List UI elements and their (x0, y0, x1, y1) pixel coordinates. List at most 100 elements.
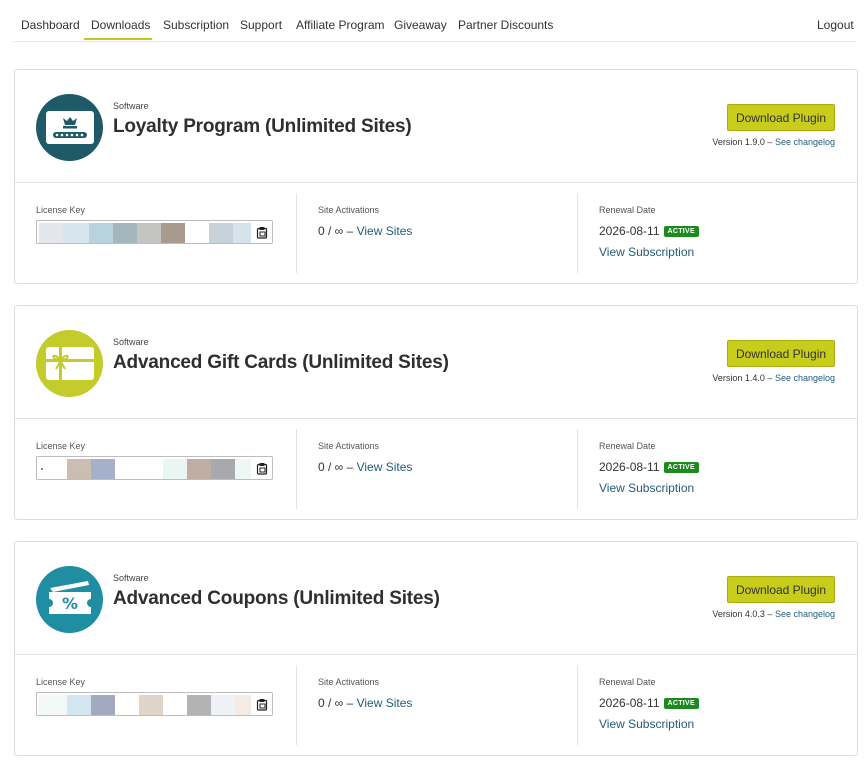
activations-count: 0 / ∞ – View Sites (318, 224, 412, 238)
license-key-redaction (163, 459, 187, 479)
license-key-redaction (91, 695, 115, 715)
license-key-field[interactable] (36, 220, 273, 244)
site-activations-column: Site Activations 0 / ∞ – View Sites (296, 193, 577, 273)
license-key-redaction (139, 695, 163, 715)
license-key-redaction (211, 459, 235, 479)
download-plugin-button[interactable]: Download Plugin (727, 576, 835, 603)
version-text: Version 4.0.3 – (712, 609, 775, 619)
version-info: Version 1.4.0 – See changelog (712, 373, 835, 383)
product-header: Software Advanced Gift Cards (Unlimited … (15, 306, 857, 419)
license-key-redaction (211, 695, 235, 715)
renewal-column: Renewal Date 2026-08-11 ACTIVE View Subsc… (577, 429, 839, 509)
product-category: Software (113, 101, 149, 111)
nav-support[interactable]: Support (240, 17, 282, 33)
copy-clipboard-icon[interactable] (256, 462, 268, 475)
version-info: Version 4.0.3 – See changelog (712, 609, 835, 619)
view-sites-link[interactable]: View Sites (357, 696, 413, 710)
license-key-redaction (233, 223, 251, 243)
download-plugin-button[interactable]: Download Plugin (727, 104, 835, 131)
license-key-field[interactable] (36, 692, 273, 716)
license-key-label: License Key (36, 205, 86, 215)
nav-downloads[interactable]: Downloads (91, 17, 150, 33)
product-category: Software (113, 337, 149, 347)
renewal-date: 2026-08-11 (599, 696, 660, 710)
nav-giveaway[interactable]: Giveaway (394, 17, 447, 33)
nav-dashboard[interactable]: Dashboard (21, 17, 80, 33)
status-badge: ACTIVE (663, 226, 699, 237)
renewal-date-label: Renewal Date (599, 677, 656, 687)
product-category: Software (113, 573, 149, 583)
license-key-field[interactable] (36, 456, 273, 480)
license-key-label: License Key (36, 441, 86, 451)
license-key-redaction (39, 695, 67, 715)
renewal-date: 2026-08-11 (599, 460, 660, 474)
svg-text:%: % (61, 594, 77, 613)
view-subscription-link[interactable]: View Subscription (599, 245, 694, 259)
product-card-advanced-coupons: % Software Advanced Coupons (Unlimited S… (14, 541, 858, 756)
license-key-redaction (67, 459, 91, 479)
renewal-info: 2026-08-11 ACTIVE (599, 224, 699, 238)
license-key-redaction (209, 223, 233, 243)
copy-clipboard-icon[interactable] (256, 698, 268, 711)
copy-clipboard-icon[interactable] (256, 226, 268, 239)
product-header: Software Loyalty Program (Unlimited Site… (15, 70, 857, 183)
nav-partner-discounts[interactable]: Partner Discounts (458, 17, 553, 33)
renewal-date: 2026-08-11 (599, 224, 660, 238)
view-sites-link[interactable]: View Sites (357, 460, 413, 474)
version-text: Version 1.9.0 – (712, 137, 775, 147)
license-key-label: License Key (36, 677, 86, 687)
nav-logout[interactable]: Logout (817, 17, 854, 33)
license-key-redaction (39, 223, 63, 243)
nav-affiliate-program[interactable]: Affiliate Program (296, 17, 384, 33)
view-subscription-link[interactable]: View Subscription (599, 717, 694, 731)
product-card-loyalty-program: Software Loyalty Program (Unlimited Site… (14, 69, 858, 284)
renewal-info: 2026-08-11 ACTIVE (599, 696, 699, 710)
site-activations-label: Site Activations (318, 205, 380, 215)
license-key-redaction (91, 459, 115, 479)
product-header: % Software Advanced Coupons (Unlimited S… (15, 542, 857, 655)
download-plugin-button[interactable]: Download Plugin (727, 340, 835, 367)
renewal-date-label: Renewal Date (599, 205, 656, 215)
see-changelog-link[interactable]: See changelog (775, 137, 835, 147)
license-key-redaction (235, 459, 251, 479)
gift-card-icon (36, 330, 103, 397)
activations-count: 0 / ∞ – View Sites (318, 696, 412, 710)
license-key-column: License Key (36, 193, 296, 273)
active-tab-indicator (84, 38, 152, 40)
product-title: Advanced Coupons (Unlimited Sites) (113, 588, 440, 609)
version-info: Version 1.9.0 – See changelog (712, 137, 835, 147)
renewal-info: 2026-08-11 ACTIVE (599, 460, 699, 474)
site-activations-label: Site Activations (318, 441, 380, 451)
version-text: Version 1.4.0 – (712, 373, 775, 383)
loyalty-card-crown-icon (36, 94, 103, 161)
license-key-redaction (137, 223, 161, 243)
renewal-column: Renewal Date 2026-08-11 ACTIVE View Subsc… (577, 665, 839, 745)
license-key-redaction (113, 223, 137, 243)
view-sites-link[interactable]: View Sites (357, 224, 413, 238)
see-changelog-link[interactable]: See changelog (775, 609, 835, 619)
license-key-redaction (161, 223, 185, 243)
license-key-column: License Key (36, 665, 296, 745)
activations-count: 0 / ∞ – View Sites (318, 460, 412, 474)
activations-value: 0 / ∞ – (318, 460, 357, 474)
view-subscription-link[interactable]: View Subscription (599, 481, 694, 495)
license-key-redaction (235, 695, 251, 715)
license-key-redaction (63, 223, 89, 243)
activations-value: 0 / ∞ – (318, 224, 357, 238)
license-key-redaction (41, 468, 43, 470)
site-activations-label: Site Activations (318, 677, 380, 687)
status-badge: ACTIVE (663, 698, 699, 709)
product-card-advanced-gift-cards: Software Advanced Gift Cards (Unlimited … (14, 305, 858, 520)
see-changelog-link[interactable]: See changelog (775, 373, 835, 383)
status-badge: ACTIVE (663, 462, 699, 473)
license-key-redaction (187, 695, 211, 715)
product-title: Loyalty Program (Unlimited Sites) (113, 116, 412, 137)
activations-value: 0 / ∞ – (318, 696, 357, 710)
product-title: Advanced Gift Cards (Unlimited Sites) (113, 352, 449, 373)
license-key-redaction (67, 695, 91, 715)
renewal-date-label: Renewal Date (599, 441, 656, 451)
nav-subscription[interactable]: Subscription (163, 17, 229, 33)
coupon-percent-icon: % (36, 566, 103, 633)
top-nav: Dashboard Downloads Subscription Support… (0, 0, 868, 42)
site-activations-column: Site Activations 0 / ∞ – View Sites (296, 429, 577, 509)
